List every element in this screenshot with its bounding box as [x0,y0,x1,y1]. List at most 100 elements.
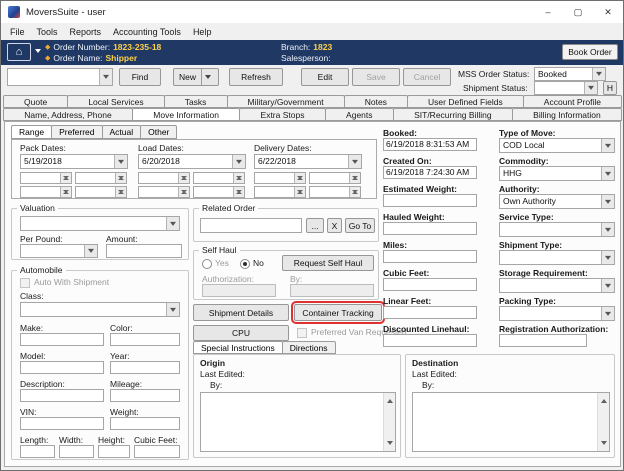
home-icon[interactable]: ⌂ [7,43,31,61]
pack-spinner-2[interactable] [75,172,127,184]
service-type-combo[interactable] [499,222,615,237]
spinner-arrows-icon[interactable] [115,173,126,183]
delivery-spinner-3[interactable] [254,186,306,198]
dropdown-arrow-icon[interactable] [99,69,112,85]
cpu-button[interactable]: CPU [193,325,289,341]
tab-extra-stops[interactable]: Extra Stops [239,108,326,121]
year-field[interactable] [110,361,180,374]
refresh-button[interactable]: Refresh [229,68,283,86]
dropdown-arrow-icon[interactable] [601,251,614,264]
new-button[interactable]: New [173,68,219,86]
model-field[interactable] [20,361,104,374]
destination-instructions-textarea[interactable] [412,392,610,452]
width-field[interactable] [59,445,94,458]
delivery-spinner-2[interactable] [309,172,361,184]
length-field[interactable] [20,445,55,458]
color-field[interactable] [110,333,180,346]
maximize-icon[interactable]: ▢ [563,1,593,23]
related-order-clear-button[interactable]: X [327,218,342,233]
dropdown-arrow-icon[interactable] [232,155,245,168]
dropdown-arrow-icon[interactable] [601,195,614,208]
registration-authorization-field[interactable] [499,334,587,347]
dropdown-arrow-icon[interactable] [601,167,614,180]
shipment-status-combo[interactable] [534,81,598,95]
load-spinner-3[interactable] [138,186,190,198]
spinner-arrows-icon[interactable] [60,187,71,197]
menu-file[interactable]: File [4,25,31,39]
subtab-range[interactable]: Range [11,125,52,139]
pack-spinner-4[interactable] [75,186,127,198]
self-haul-by-field[interactable] [290,284,374,297]
spinner-arrows-icon[interactable] [233,187,244,197]
dropdown-arrow-icon[interactable] [584,82,597,94]
tab-move-information[interactable]: Move Information [132,108,240,121]
authority-combo[interactable]: Own Authority [499,194,615,209]
new-dropdown-arrow-icon[interactable] [201,69,213,85]
dropdown-arrow-icon[interactable] [166,217,179,230]
pack-spinner-3[interactable] [20,186,72,198]
preferred-van-checkbox[interactable] [297,328,307,338]
container-tracking-button[interactable]: Container Tracking [294,304,382,321]
storage-requirement-combo[interactable] [499,278,615,293]
cancel-button[interactable]: Cancel [403,68,451,86]
tab-local-services[interactable]: Local Services [67,95,164,108]
tab-account-profile[interactable]: Account Profile [523,95,622,108]
pack-date-combo[interactable]: 5/19/2018 [20,154,128,169]
subtab-actual[interactable]: Actual [102,125,142,139]
delivery-spinner-1[interactable] [254,172,306,184]
commodity-combo[interactable]: HHG [499,166,615,181]
related-order-browse-button[interactable]: ... [306,218,324,233]
tab-agents[interactable]: Agents [325,108,394,121]
load-date-combo[interactable]: 6/20/2018 [138,154,246,169]
book-order-button[interactable]: Book Order [562,44,618,60]
spinner-arrows-icon[interactable] [115,187,126,197]
delivery-spinner-4[interactable] [309,186,361,198]
menu-tools[interactable]: Tools [31,25,64,39]
self-haul-yes-radio[interactable] [202,259,212,269]
menu-help[interactable]: Help [187,25,218,39]
stats-cubic-feet-field[interactable] [383,278,477,291]
tab-user-defined-fields[interactable]: User Defined Fields [407,95,524,108]
dropdown-arrow-icon[interactable] [601,307,614,320]
spinner-arrows-icon[interactable] [60,173,71,183]
spinner-arrows-icon[interactable] [349,173,360,183]
minimize-icon[interactable]: – [533,1,563,23]
discounted-linehaul-field[interactable] [383,334,477,347]
spinner-arrows-icon[interactable] [294,173,305,183]
vin-field[interactable] [20,417,104,430]
tab-tasks[interactable]: Tasks [164,95,228,108]
dropdown-arrow-icon[interactable] [84,245,97,257]
tab-name-address-phone[interactable]: Name, Address, Phone [3,108,133,121]
per-pound-combo[interactable] [20,244,98,258]
origin-instructions-textarea[interactable] [200,392,396,452]
tab-notes[interactable]: Notes [344,95,408,108]
load-spinner-1[interactable] [138,172,190,184]
dropdown-arrow-icon[interactable] [601,139,614,152]
spinner-arrows-icon[interactable] [349,187,360,197]
spinner-arrows-icon[interactable] [294,187,305,197]
tab-quote[interactable]: Quote [3,95,68,108]
linear-feet-field[interactable] [383,306,477,319]
description-field[interactable] [20,389,104,402]
dropdown-arrow-icon[interactable] [348,155,361,168]
type-of-move-combo[interactable]: COD Local [499,138,615,153]
shipment-details-button[interactable]: Shipment Details [193,304,289,321]
related-order-goto-button[interactable]: Go To [345,218,375,233]
menu-accounting-tools[interactable]: Accounting Tools [107,25,187,39]
order-search-combo[interactable] [7,68,113,86]
subtab-other[interactable]: Other [140,125,177,139]
load-spinner-2[interactable] [193,172,245,184]
pack-spinner-1[interactable] [20,172,72,184]
make-field[interactable] [20,333,104,346]
related-order-field[interactable] [200,218,302,233]
tab-sit-recurring-billing[interactable]: SIT/Recurring Billing [393,108,513,121]
valuation-combo[interactable] [20,216,180,231]
height-field[interactable] [98,445,130,458]
subtab-preferred[interactable]: Preferred [51,125,102,139]
tab-military-government[interactable]: Military/Government [227,95,345,108]
mileage-field[interactable] [110,389,180,402]
class-combo[interactable] [20,302,180,317]
delivery-date-combo[interactable]: 6/22/2018 [254,154,362,169]
dropdown-arrow-icon[interactable] [601,223,614,236]
scrollbar[interactable] [597,393,609,451]
